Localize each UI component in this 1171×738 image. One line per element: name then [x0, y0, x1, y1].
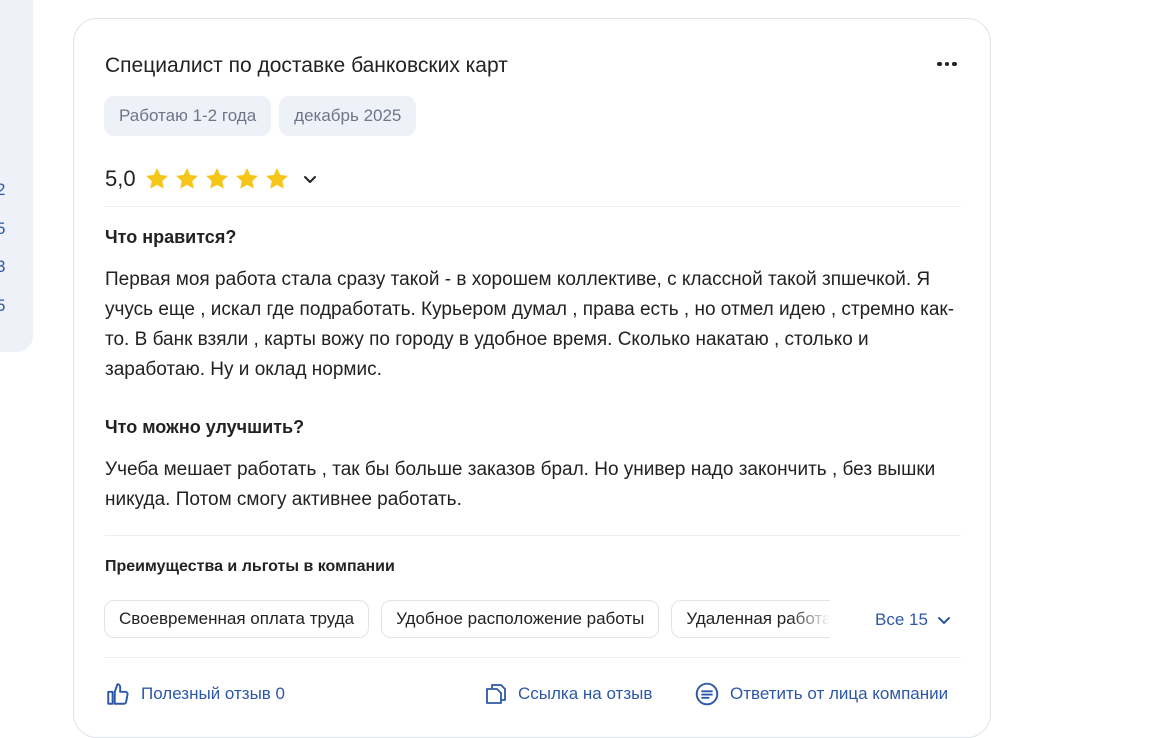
side-number: 5 [0, 296, 6, 315]
star-icon [235, 168, 258, 189]
review-title: Специалист по доставке банковских карт [105, 54, 508, 77]
reply-as-company-button[interactable]: Ответить от лица компании [694, 681, 948, 707]
side-number: 5 [0, 219, 6, 238]
side-number: 3 [0, 257, 6, 276]
rating-row: 5,0 [105, 164, 322, 194]
divider [105, 206, 961, 207]
more-dots-icon [937, 61, 942, 67]
show-all-label: Все 15 [875, 610, 928, 629]
reply-label: Ответить от лица компании [730, 684, 949, 703]
chevron-down-icon [303, 176, 316, 183]
thumb-up-icon [107, 683, 129, 705]
review-tags: Работаю 1-2 года декабрь 2025 [104, 96, 417, 136]
helpful-label: Полезный отзыв 0 [141, 684, 286, 703]
rating-details-toggle[interactable] [298, 167, 322, 191]
benefit-chip[interactable]: Удобное расположение работы [381, 600, 660, 638]
more-options-button[interactable] [932, 55, 962, 73]
review-link-button[interactable]: Ссылка на отзыв [484, 681, 652, 707]
chat-bubble-icon [695, 682, 719, 706]
review-link-label: Ссылка на отзыв [518, 684, 653, 703]
divider [105, 535, 961, 536]
rating-value: 5,0 [105, 166, 136, 191]
benefit-chip[interactable]: Удаленная работа [671, 600, 831, 638]
improve-text: Учеба мешает работать , так бы больше за… [105, 459, 936, 510]
star-icon [175, 168, 198, 189]
show-all-benefits-button[interactable]: Все 15 [875, 610, 952, 630]
likes-heading: Что нравится? [105, 227, 237, 247]
helpful-button[interactable]: Полезный отзыв 0 [105, 681, 285, 707]
tag-date: декабрь 2025 [279, 96, 417, 136]
benefits-list: Своевременная оплата труда Удобное распо… [104, 600, 831, 638]
benefit-chip[interactable]: Своевременная оплата труда [104, 600, 370, 638]
star-icon [265, 168, 288, 189]
improve-heading: Что можно улучшить? [105, 417, 305, 437]
review-card: Специалист по доставке банковских карт Р… [73, 18, 991, 738]
star-icon [205, 168, 228, 189]
likes-text: Первая моя работа стала сразу такой - в … [105, 269, 955, 380]
divider [105, 657, 961, 658]
copy-link-icon [486, 684, 506, 704]
benefits-heading: Преимущества и льготы в компании [105, 558, 395, 575]
side-number: 2 [0, 180, 6, 199]
chevron-down-icon [937, 617, 950, 624]
tag-experience: Работаю 1-2 года [104, 96, 272, 136]
star-icon [145, 168, 168, 189]
